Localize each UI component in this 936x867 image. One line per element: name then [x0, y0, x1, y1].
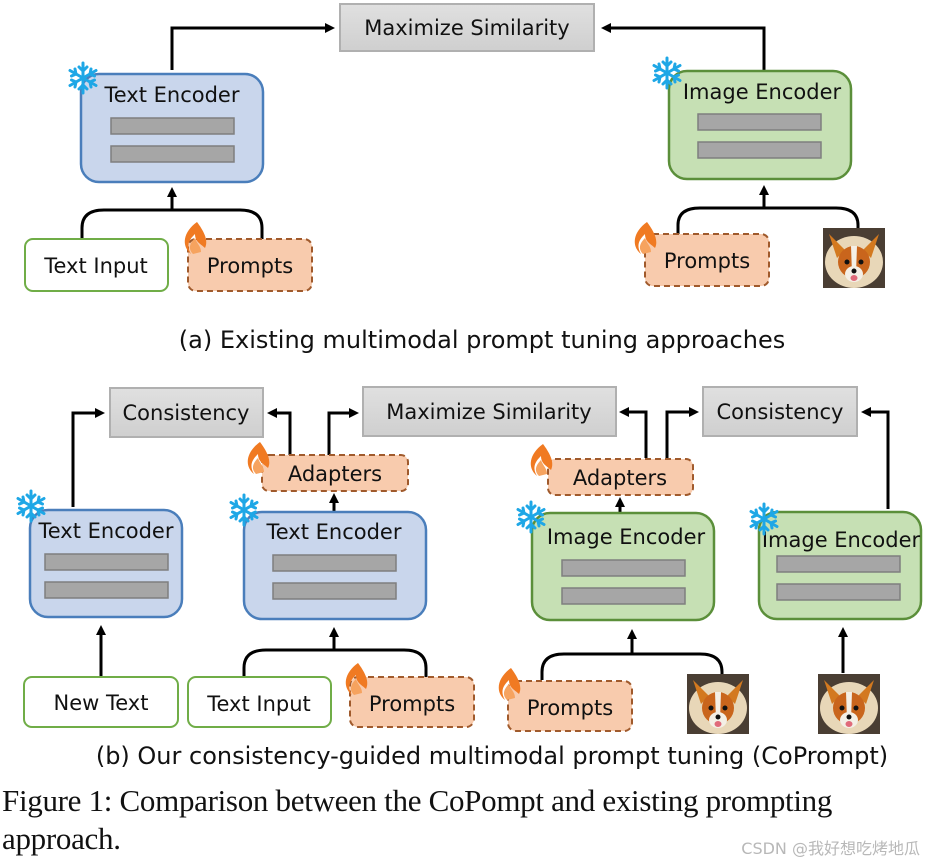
- panel-a: Maximize Similarity Text Encoder Image E…: [24, 3, 885, 354]
- text-encoder-label: Text Encoder: [103, 83, 239, 107]
- encoder-layer: [697, 113, 822, 131]
- panel-b-caption: (b) Our consistency-guided multimodal pr…: [96, 742, 888, 770]
- image-prompts-box-b: Prompts: [507, 680, 633, 732]
- image-encoder-label-b: Image Encoder: [547, 525, 706, 549]
- merge-curve-text: [80, 208, 264, 240]
- image-prompts-box: Prompts: [644, 233, 770, 287]
- maximize-similarity-label-b: Maximize Similarity: [386, 400, 591, 424]
- text-prompts-label: Prompts: [207, 254, 293, 278]
- text-prompts-box-b: Prompts: [349, 676, 475, 728]
- text-prompts-box: Prompts: [187, 238, 313, 292]
- maximize-similarity-box: Maximize Similarity: [339, 3, 595, 52]
- encoder-layer: [44, 553, 169, 571]
- text-input-label: Text Input: [43, 254, 148, 278]
- encoder-layer: [272, 582, 397, 600]
- consistency-right-box: Consistency: [702, 386, 858, 437]
- encoder-layer: [561, 559, 686, 577]
- panel-b: Consistency Maximize Similarity Consiste…: [16, 386, 923, 770]
- arrow-frozen-image-to-consistency: [861, 407, 890, 509]
- encoder-layer: [776, 555, 901, 573]
- text-encoder-box: Text Encoder: [79, 72, 265, 184]
- image-encoder-label: Image Encoder: [683, 80, 842, 104]
- new-text-label: New Text: [54, 691, 149, 715]
- panel-a-caption: (a) Existing multimodal prompt tuning ap…: [179, 326, 785, 354]
- image-encoder-box-b: Image Encoder: [530, 511, 716, 622]
- image-prompts-label: Prompts: [664, 249, 750, 273]
- encoder-layer: [697, 141, 822, 159]
- arrow-adapter-to-consistency: [267, 408, 292, 455]
- encoder-layer: [110, 145, 235, 163]
- frozen-image-encoder-label: Image Encoder: [762, 528, 921, 552]
- dog-image: [687, 674, 749, 734]
- text-encoder-box-b: Text Encoder: [242, 510, 428, 621]
- watermark: CSDN @我好想吃烤地瓜: [741, 839, 920, 858]
- dog-image: [823, 228, 885, 288]
- arrow-image-to-similarity: [601, 23, 766, 70]
- frozen-text-encoder-label: Text Encoder: [37, 519, 173, 543]
- image-adapters-label: Adapters: [573, 466, 667, 490]
- encoder-layer: [44, 581, 169, 599]
- maximize-similarity-box-b: Maximize Similarity: [362, 386, 617, 437]
- consistency-left-label: Consistency: [123, 401, 250, 425]
- image-adapters-box: Adapters: [547, 458, 694, 496]
- encoder-layer: [272, 554, 397, 572]
- image-encoder-box: Image Encoder: [667, 69, 853, 181]
- arrow-adapter-to-similarity: [327, 408, 359, 455]
- text-prompts-label-b: Prompts: [369, 692, 455, 716]
- text-input-box-b: Text Input: [187, 676, 332, 728]
- encoder-layer: [776, 583, 901, 601]
- text-input-label-b: Text Input: [206, 692, 311, 716]
- frozen-image-encoder-box: Image Encoder: [757, 510, 923, 621]
- consistency-left-box: Consistency: [109, 387, 264, 438]
- arrow-image-adapter-to-similarity: [619, 407, 648, 458]
- text-encoder-label-b: Text Encoder: [265, 520, 401, 544]
- diagram-canvas: Maximize Similarity Text Encoder Image E…: [16, 3, 923, 770]
- text-adapters-label: Adapters: [288, 462, 382, 486]
- encoder-layer: [110, 117, 235, 135]
- figure-caption-line1: Figure 1: Comparison between the CoPompt…: [2, 783, 833, 818]
- text-adapters-box: Adapters: [261, 454, 409, 492]
- dog-image: [818, 674, 880, 734]
- arrow-image-adapter-to-consistency: [665, 407, 699, 458]
- text-input-box: Text Input: [24, 238, 169, 292]
- maximize-similarity-label: Maximize Similarity: [364, 16, 569, 40]
- image-prompts-label-b: Prompts: [527, 696, 613, 720]
- arrow-text-to-similarity: [170, 23, 335, 70]
- merge-curve-text-b: [242, 648, 428, 677]
- consistency-right-label: Consistency: [717, 400, 844, 424]
- new-text-box: New Text: [23, 676, 179, 728]
- arrow-newtext-to-consistency: [71, 408, 105, 507]
- encoder-layer: [561, 587, 686, 605]
- frozen-text-encoder-box: Text Encoder: [28, 508, 184, 619]
